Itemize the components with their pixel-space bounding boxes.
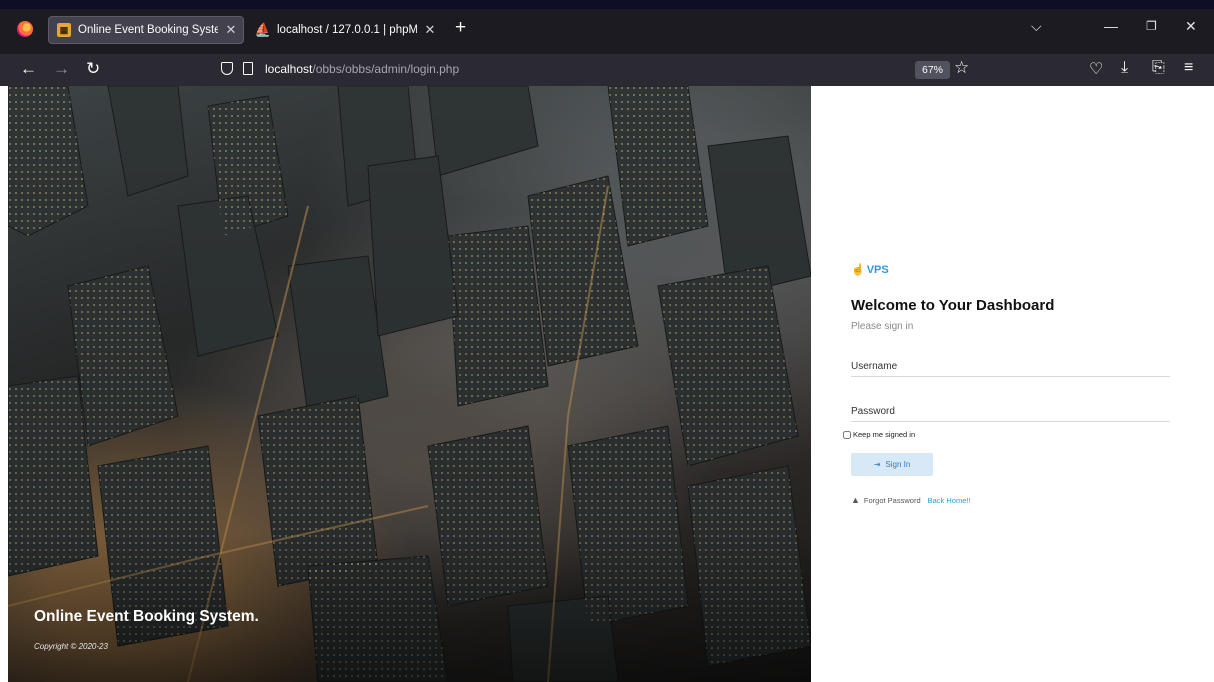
hero-title: Online Event Booking System. [34, 608, 259, 625]
remember-me-checkbox[interactable] [843, 430, 851, 439]
auth-links: ▲ Forgot Password Back Home!! [851, 495, 971, 505]
city-skyline-illustration [8, 86, 811, 682]
back-home-link[interactable]: Back Home!! [928, 496, 971, 505]
password-input[interactable] [851, 401, 1170, 422]
download-icon[interactable]: ⤓ [1121, 59, 1128, 77]
back-arrow-icon[interactable]: ← [20, 59, 37, 79]
new-tab-button[interactable]: + [455, 17, 466, 39]
close-icon[interactable]: ✕ [1185, 18, 1197, 35]
brand-name: VPS [866, 263, 889, 276]
pocket-icon[interactable]: ♡ [1089, 59, 1103, 79]
url-host: localhost [265, 62, 313, 76]
forgot-password-link[interactable]: Forgot Password [864, 496, 921, 505]
page-subtitle: Please sign in [851, 321, 914, 332]
sign-in-button[interactable]: ⇥ Sign In [851, 453, 933, 476]
url-text[interactable]: localhost/obbs/obbs/admin/login.php [265, 62, 459, 76]
hero-copyright: Copyright © 2020-23 [34, 642, 108, 651]
minimize-icon[interactable]: — [1104, 18, 1118, 34]
brand-logo[interactable]: ☝ VPS [851, 263, 889, 277]
browser-tabstrip: ▦ Online Event Booking System - ✕ ⛵ loca… [0, 0, 1214, 54]
zoom-level-badge[interactable]: 67% [915, 61, 951, 79]
event-favicon-icon: ▦ [57, 23, 71, 37]
page-info-icon[interactable] [243, 62, 253, 75]
phpmyadmin-favicon-icon: ⛵ [254, 22, 272, 37]
tab-phpmyadmin[interactable]: ⛵ localhost / 127.0.0.1 | phpMyAd ✕ [248, 16, 444, 44]
firefox-logo-icon[interactable] [17, 21, 33, 37]
login-panel: ☝ VPS Welcome to Your Dashboard Please s… [811, 86, 1214, 682]
url-bar[interactable]: localhost/obbs/obbs/admin/login.php 67% … [206, 57, 980, 83]
tab-list-chevron-down-icon[interactable]: ⌵ [1031, 18, 1042, 35]
tab-title: localhost / 127.0.0.1 | phpMyAd [277, 24, 417, 36]
tracking-shield-icon[interactable] [221, 62, 233, 75]
bookmark-star-icon[interactable]: ☆ [954, 58, 969, 78]
tab-close-icon[interactable]: ✕ [421, 22, 439, 38]
extensions-icon[interactable]: ⎘ [1152, 59, 1165, 77]
sign-in-icon: ⇥ [873, 460, 881, 469]
reload-icon[interactable]: ↻ [86, 59, 100, 79]
hero-city-image: Online Event Booking System. Copyright ©… [8, 86, 811, 682]
url-path: /obbs/obbs/admin/login.php [312, 62, 460, 76]
warning-icon: ▲ [851, 495, 860, 505]
tab-close-icon[interactable]: ✕ [222, 22, 240, 38]
touch-icon: ☝ [851, 264, 865, 276]
tabstrip-top-band [0, 0, 1214, 9]
remember-me[interactable]: Keep me signed in [843, 430, 915, 439]
page-title: Welcome to Your Dashboard [851, 297, 1055, 314]
sign-in-label: Sign In [885, 460, 911, 469]
tab-title: Online Event Booking System - [78, 24, 218, 36]
remember-me-label: Keep me signed in [853, 430, 916, 439]
username-input[interactable] [851, 356, 1170, 377]
browser-navbar: ← → ↻ localhost/obbs/obbs/admin/login.ph… [0, 54, 1214, 86]
restore-icon[interactable]: ❐ [1146, 19, 1157, 33]
forward-arrow-icon[interactable]: → [53, 59, 70, 79]
menu-icon[interactable]: ≡ [1184, 59, 1193, 77]
tab-online-event-booking[interactable]: ▦ Online Event Booking System - ✕ [48, 16, 244, 44]
